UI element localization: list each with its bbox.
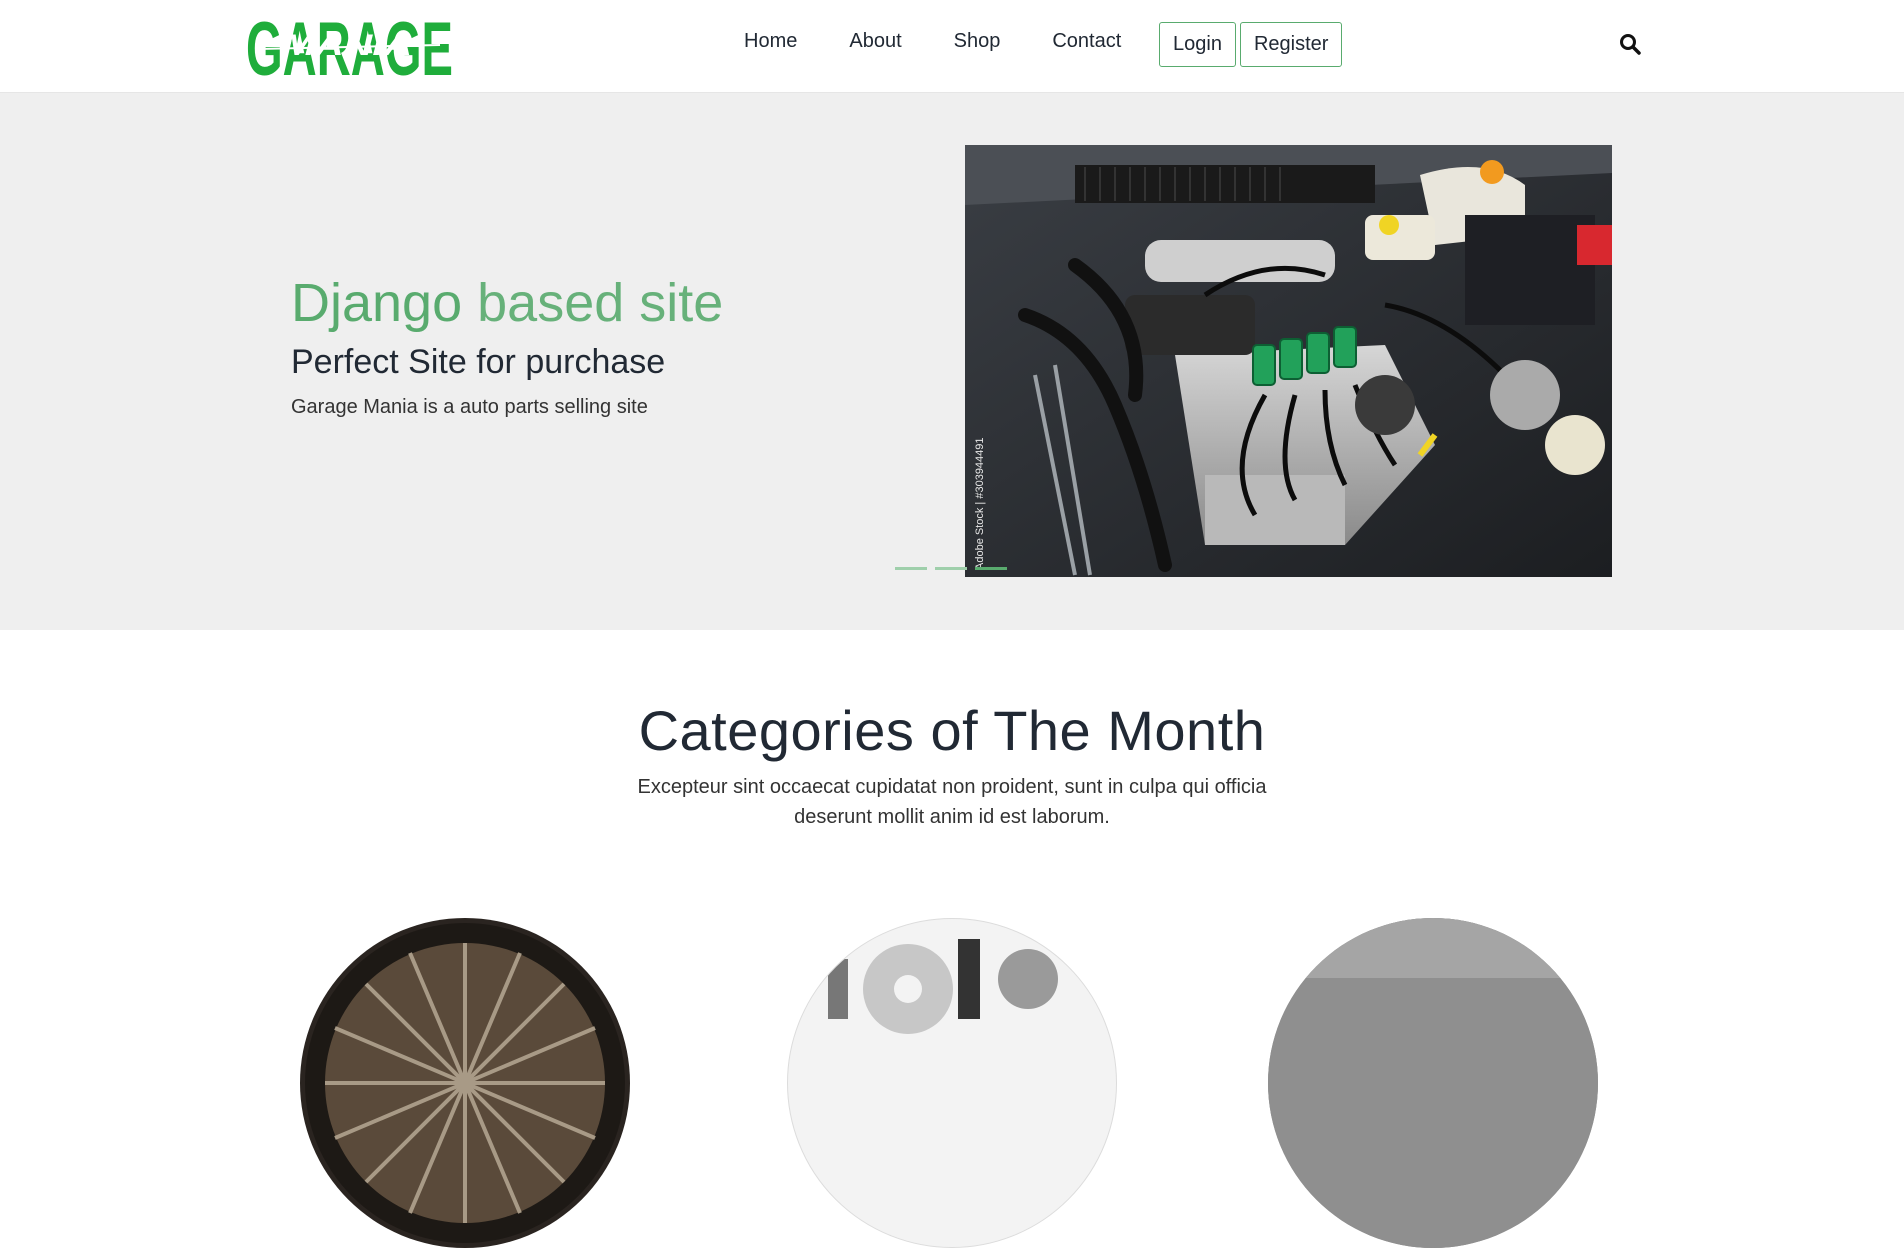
top-navbar: GARAGE MANIA Home About Shop Contact Log…: [0, 0, 1904, 93]
garage-mania-logo[interactable]: GARAGE MANIA: [244, 13, 455, 79]
nav-home-link[interactable]: Home: [744, 30, 797, 53]
hero-title-strong: Django: [291, 273, 463, 333]
engine-part-illustration: [1268, 918, 1598, 1248]
engine-illustration: Adobe Stock | #303944491: [965, 145, 1612, 577]
hero-carousel: Django based site Perfect Site for purch…: [0, 93, 1904, 630]
category-brakes-image[interactable]: [787, 918, 1117, 1248]
nav-about-link[interactable]: About: [849, 30, 901, 53]
engine-bay-image: Adobe Stock | #303944491: [965, 145, 1612, 577]
login-button[interactable]: Login: [1159, 22, 1236, 67]
carousel-indicators: [895, 567, 1007, 570]
image-watermark: Adobe Stock | #303944491: [974, 437, 986, 570]
search-icon[interactable]: [1619, 33, 1641, 55]
carousel-indicator-1[interactable]: [895, 567, 927, 570]
category-wheels-image[interactable]: [300, 918, 630, 1248]
register-button[interactable]: Register: [1239, 22, 1343, 67]
nav-shop-link[interactable]: Shop: [954, 30, 1001, 53]
hero-description: Garage Mania is a auto parts selling sit…: [291, 396, 648, 418]
category-engine-parts-image[interactable]: [1268, 918, 1598, 1248]
categories-description: Excepteur sint occaecat cupidatat non pr…: [637, 776, 1267, 828]
main-nav: Home About Shop Contact: [744, 30, 1121, 53]
hero-subtitle: Perfect Site for purchase: [291, 343, 666, 381]
hero-title-light: based site: [477, 273, 724, 333]
carousel-indicator-3[interactable]: [975, 567, 1007, 570]
nav-contact-link[interactable]: Contact: [1052, 30, 1121, 53]
auth-buttons: Login Register: [1159, 22, 1343, 67]
categories-heading: Categories of The Month: [638, 699, 1266, 762]
carousel-indicator-2[interactable]: [935, 567, 967, 570]
wheel-illustration: [305, 923, 625, 1243]
hero-text-block: Django based site Perfect Site for purch…: [291, 273, 723, 419]
brake-parts-illustration: [828, 939, 1058, 1034]
hero-title: Django based site: [291, 273, 723, 333]
